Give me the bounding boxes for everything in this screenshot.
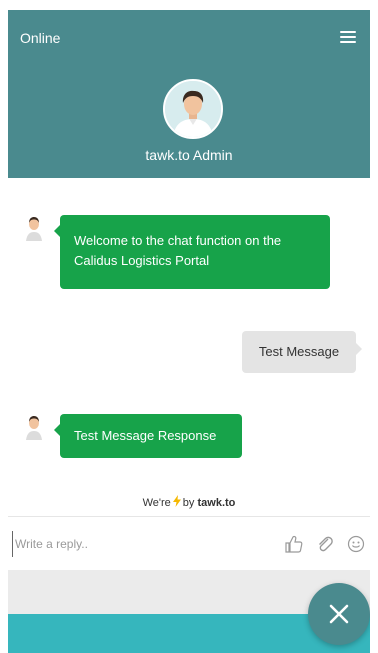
message-bubble-agent: Test Message Response [54, 414, 242, 458]
message-bubble-agent: Welcome to the chat function on the Cali… [54, 215, 330, 289]
reply-bar [8, 516, 370, 571]
status-label: Online [20, 30, 61, 46]
message-text: Welcome to the chat function on the [74, 233, 282, 248]
agent-avatar [163, 79, 223, 139]
message-bubble-visitor: Test Message [242, 331, 362, 373]
message-text: Calidus Logistics Portal [74, 253, 210, 268]
reply-input[interactable] [12, 531, 277, 557]
message-text: Test Message Response [74, 428, 217, 443]
message-list: Welcome to the chat function on the Cali… [8, 178, 370, 518]
chat-header: Online tawk.to Admin [8, 10, 370, 178]
message-text: Test Message [258, 344, 340, 359]
smiley-icon[interactable] [346, 534, 366, 554]
agent-avatar-icon [22, 414, 46, 440]
agent-avatar-icon [22, 215, 46, 241]
powered-prefix: We're [142, 497, 171, 509]
tawk-brand-link[interactable]: tawk.to [197, 497, 235, 509]
agent-name: tawk.to Admin [145, 147, 233, 163]
close-chat-button[interactable] [308, 583, 370, 645]
thumbs-up-icon[interactable] [284, 534, 304, 554]
chat-window: Online tawk.to Admin Welcome to the chat… [8, 10, 370, 653]
lightning-bolt-icon [172, 495, 181, 507]
paperclip-icon[interactable] [315, 534, 335, 554]
close-icon [329, 604, 349, 624]
powered-by[interactable]: We're by tawk.to [8, 495, 370, 509]
hamburger-menu-icon[interactable] [340, 31, 356, 43]
powered-middle: by [182, 497, 195, 509]
